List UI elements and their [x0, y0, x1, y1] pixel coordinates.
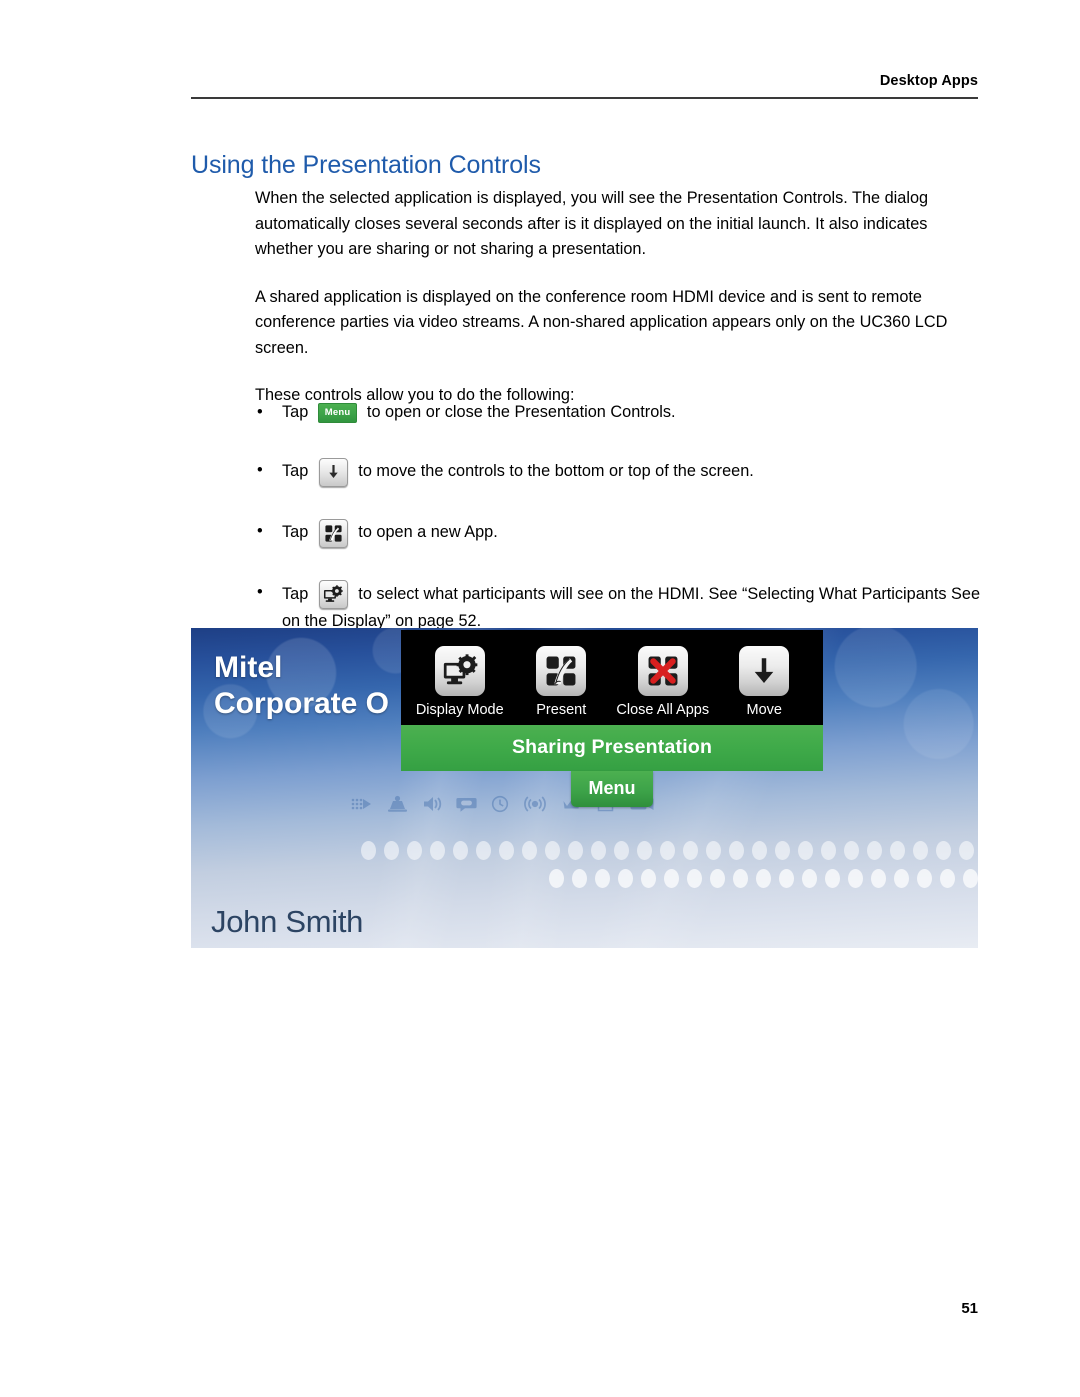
bullet-trail-text: to open or close the Presentation Contro… — [362, 403, 676, 421]
list-item: • Tap Menu to open or close the Presenta… — [255, 400, 980, 426]
monitor-gear-icon — [434, 646, 485, 696]
move-down-arrow-icon — [318, 457, 348, 487]
header-divider — [191, 97, 978, 99]
paragraph-2: A shared application is displayed on the… — [255, 287, 948, 357]
menu-tab-button[interactable]: Menu — [571, 771, 653, 807]
close-all-apps-button[interactable]: Close All Apps — [612, 646, 714, 719]
sharing-status-bar: Sharing Presentation — [401, 725, 823, 771]
bullet-marker: • — [257, 460, 263, 479]
body-content: When the selected application is display… — [255, 186, 980, 428]
bullet-trail-text: to select what participants will see on … — [282, 584, 980, 630]
present-button[interactable]: Present — [511, 646, 613, 719]
move-label: Move — [746, 702, 782, 718]
controls-bullet-list: • Tap Menu to open or close the Presenta… — [255, 400, 980, 634]
present-label: Present — [536, 702, 587, 718]
present-icon — [318, 518, 348, 548]
display-mode-icon — [318, 579, 348, 609]
present-hand-panes-icon — [536, 646, 587, 696]
wallpaper-dot-row-2 — [549, 869, 978, 888]
bullet-marker: • — [257, 521, 263, 540]
page-running-header: Desktop Apps — [191, 72, 978, 99]
wallpaper-title: Mitel Corporate O — [214, 651, 390, 720]
bullet-lead-text: Tap — [282, 523, 313, 542]
bullet-marker: • — [257, 582, 263, 601]
page-number: 51 — [961, 1300, 978, 1317]
bullet-lead-text: Tap — [282, 462, 313, 481]
close-all-apps-label: Close All Apps — [616, 702, 710, 718]
display-mode-button[interactable]: Display Mode — [409, 646, 511, 719]
list-item: • Tap to open a new App. — [255, 518, 980, 548]
bullet-trail-text: to move the controls to the bottom or to… — [353, 462, 754, 481]
page-title: Using the Presentation Controls — [191, 150, 541, 179]
menu-chip-icon: Menu — [317, 402, 358, 423]
running-header-title: Desktop Apps — [879, 73, 978, 89]
bullet-lead-text: Tap — [282, 584, 313, 603]
move-button[interactable]: Move — [714, 646, 816, 719]
wallpaper-dot-row-1 — [361, 841, 974, 860]
paragraph-1: When the selected application is display… — [255, 189, 929, 258]
wallpaper-user-name: John Smith — [211, 904, 364, 939]
bullet-trail-text: to open a new App. — [353, 523, 498, 542]
presentation-controls-dialog: Display Mode Present Close All Apps Move… — [401, 630, 823, 807]
display-mode-label: Display Mode — [415, 702, 504, 718]
bullet-lead-text: Tap — [282, 403, 313, 421]
red-x-close-icon — [637, 646, 688, 696]
presentation-controls-toolbar: Display Mode Present Close All Apps Move — [401, 630, 823, 725]
bullet-marker: • — [257, 403, 263, 421]
list-item: • Tap to move the controls to the bottom… — [255, 457, 980, 487]
signal-dots-icon — [351, 795, 373, 818]
uc360-screenshot: Mitel Corporate O John Smith Display Mod… — [191, 628, 978, 948]
list-item: • Tap to select what participants will s… — [255, 579, 980, 635]
down-arrow-icon — [739, 646, 790, 696]
